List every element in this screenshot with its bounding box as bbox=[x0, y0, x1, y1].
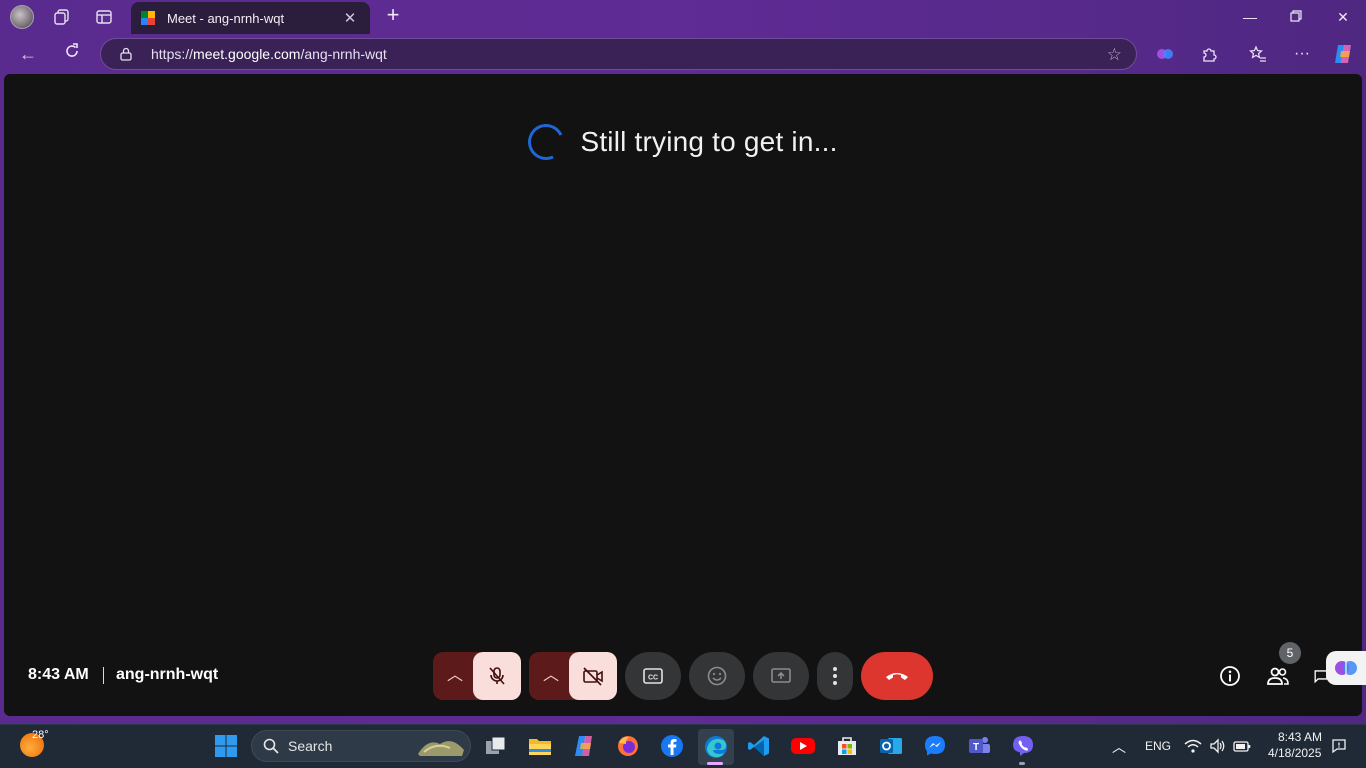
vertical-tabs-icon[interactable] bbox=[92, 5, 116, 29]
meeting-time: 8:43 AM bbox=[28, 666, 89, 683]
captions-icon: CC bbox=[643, 668, 663, 684]
taskbar: 28° Search T ︿ ENG 8:43 AM 4/18/2025 bbox=[0, 724, 1366, 768]
tab-title: Meet - ang-nrnh-wqt bbox=[167, 10, 285, 26]
svg-text:T: T bbox=[973, 742, 979, 753]
participants-count-badge: 5 bbox=[1279, 642, 1301, 664]
task-view-icon[interactable] bbox=[483, 733, 509, 759]
present-screen-icon bbox=[771, 668, 791, 683]
viber-icon[interactable] bbox=[1010, 733, 1036, 759]
start-windows-icon[interactable] bbox=[213, 733, 239, 759]
youtube-icon[interactable] bbox=[790, 733, 816, 759]
favorite-star-icon[interactable]: ☆ bbox=[1107, 45, 1122, 65]
google-meet-icon bbox=[141, 11, 155, 25]
clock-date[interactable]: 4/18/2025 bbox=[1268, 746, 1321, 760]
active-app-indicator bbox=[707, 762, 723, 765]
reload-icon[interactable] bbox=[60, 42, 84, 66]
svg-text:CC: CC bbox=[648, 675, 658, 682]
close-tab-icon[interactable]: ✕ bbox=[340, 9, 360, 27]
restore-icon[interactable] bbox=[1285, 6, 1307, 28]
search-icon bbox=[263, 738, 279, 754]
address-bar[interactable]: https://meet.google.com/ang-nrnh-wqt ☆ bbox=[100, 38, 1137, 70]
teams-icon[interactable]: T bbox=[966, 733, 992, 759]
divider bbox=[103, 667, 104, 684]
clock-time[interactable]: 8:43 AM bbox=[1278, 730, 1322, 744]
outlook-icon[interactable] bbox=[878, 733, 904, 759]
workspaces-icon[interactable] bbox=[50, 5, 74, 29]
battery-icon[interactable] bbox=[1232, 733, 1252, 759]
lock-icon[interactable] bbox=[119, 47, 133, 61]
search-highlight-icon bbox=[418, 741, 464, 756]
audio-options-chevron-up-icon[interactable]: ︿ bbox=[433, 652, 477, 700]
volume-icon[interactable] bbox=[1208, 733, 1228, 759]
meeting-info-icon[interactable] bbox=[1218, 664, 1242, 688]
browser-window: Meet - ang-nrnh-wqt ✕ + — ✕ ← https://me… bbox=[0, 0, 1366, 724]
emoji-icon bbox=[707, 666, 727, 686]
language-indicator[interactable]: ENG bbox=[1145, 739, 1171, 753]
url-text: https://meet.google.com/ang-nrnh-wqt bbox=[151, 46, 387, 62]
new-tab-button[interactable]: + bbox=[382, 4, 404, 27]
copilot-brain-extension-icon[interactable] bbox=[1153, 42, 1177, 66]
extensions-icon[interactable] bbox=[1197, 42, 1221, 66]
weather-temperature: 28° bbox=[32, 729, 49, 741]
running-app-indicator bbox=[1019, 762, 1025, 765]
microsoft-store-icon[interactable] bbox=[834, 733, 860, 759]
firefox-icon[interactable] bbox=[615, 733, 641, 759]
facebook-icon[interactable] bbox=[659, 733, 685, 759]
camera-off-button[interactable] bbox=[569, 652, 617, 700]
leave-call-button[interactable] bbox=[861, 652, 933, 700]
captions-button[interactable]: CC bbox=[625, 652, 681, 700]
copilot-icon[interactable] bbox=[1331, 42, 1355, 66]
back-arrow-icon[interactable]: ← bbox=[16, 42, 40, 66]
video-options-chevron-up-icon[interactable]: ︿ bbox=[529, 652, 573, 700]
more-vert-icon bbox=[833, 667, 837, 685]
connection-status: Still trying to get in... bbox=[4, 118, 1362, 166]
people-icon[interactable] bbox=[1266, 664, 1290, 688]
tab-meet[interactable]: Meet - ang-nrnh-wqt ✕ bbox=[131, 2, 370, 34]
edge-icon[interactable] bbox=[698, 729, 734, 765]
loading-spinner-icon bbox=[523, 118, 570, 166]
profile-avatar[interactable] bbox=[10, 5, 34, 29]
present-button[interactable] bbox=[753, 652, 809, 700]
video-controls: ︿ bbox=[529, 652, 617, 700]
status-text: Still trying to get in... bbox=[580, 126, 838, 157]
vscode-icon[interactable] bbox=[746, 733, 772, 759]
meeting-code: ang-nrnh-wqt bbox=[116, 666, 219, 683]
notifications-icon[interactable] bbox=[1331, 733, 1347, 759]
minimize-icon[interactable]: — bbox=[1239, 6, 1261, 28]
camera-off-icon bbox=[583, 667, 603, 686]
settings-more-icon[interactable]: ··· bbox=[1290, 42, 1314, 66]
wifi-icon[interactable] bbox=[1183, 733, 1203, 759]
meet-stage: Still trying to get in... 8:43 AM ang-nr… bbox=[4, 74, 1366, 716]
tray-overflow-chevron-icon[interactable]: ︿ bbox=[1112, 737, 1126, 757]
favorites-icon[interactable] bbox=[1246, 42, 1270, 66]
audio-controls: ︿ bbox=[433, 652, 521, 700]
file-explorer-icon[interactable] bbox=[527, 733, 553, 759]
address-row: ← https://meet.google.com/ang-nrnh-wqt ☆… bbox=[0, 34, 1366, 74]
title-bar: Meet - ang-nrnh-wqt ✕ + — ✕ bbox=[0, 0, 1366, 34]
close-window-icon[interactable]: ✕ bbox=[1332, 6, 1354, 28]
call-end-icon bbox=[886, 673, 908, 680]
mic-off-icon bbox=[489, 667, 505, 685]
more-options-button[interactable] bbox=[817, 652, 853, 700]
copilot-taskbar-icon[interactable] bbox=[571, 733, 597, 759]
reactions-button[interactable] bbox=[689, 652, 745, 700]
taskbar-search[interactable]: Search bbox=[251, 730, 471, 762]
messenger-icon[interactable] bbox=[922, 733, 948, 759]
brain-extension-icon[interactable] bbox=[1326, 651, 1366, 685]
microphone-off-button[interactable] bbox=[473, 652, 521, 700]
